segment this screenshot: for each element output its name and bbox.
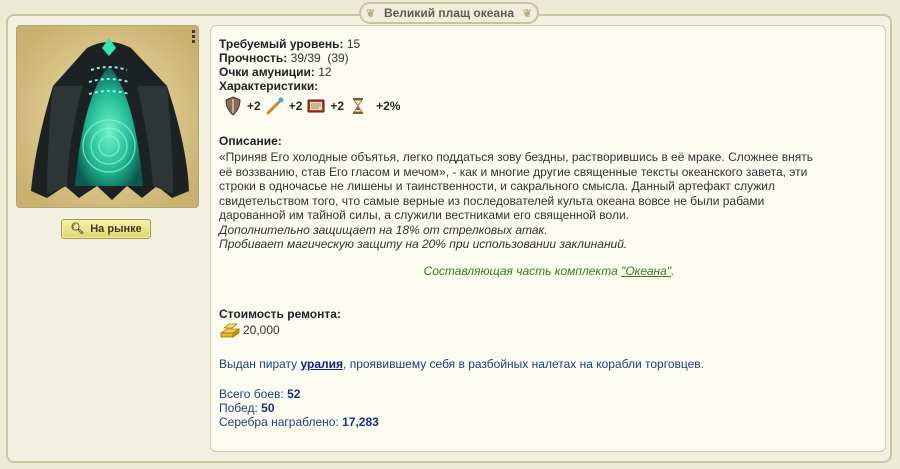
- item-title: Великий плащ океана: [383, 6, 515, 20]
- image-corner-dots: [192, 30, 195, 45]
- level-label: Требуемый уровень:: [219, 37, 344, 51]
- ornament-right-icon: ❦: [522, 8, 532, 20]
- characteristics-row: +2 +2 +2 +2%: [223, 96, 404, 116]
- ammo-label: Очки амуниции:: [219, 65, 315, 79]
- gold-icon: [219, 321, 241, 339]
- durability-row: Прочность: 39/39 (39): [219, 51, 349, 65]
- bonus-value: +2: [247, 99, 261, 113]
- description-line: дарованной им тайной силы, а служили вес…: [219, 208, 629, 222]
- bonus-value: +2%: [376, 99, 401, 113]
- magnifier-icon: 🔍︎: [70, 223, 85, 235]
- durability-label: Прочность:: [219, 51, 288, 65]
- effect-line: Дополнительно защищает на 18% от стрелко…: [219, 222, 548, 237]
- wins-value: 50: [261, 401, 275, 415]
- battles-total-value: 52: [287, 387, 301, 401]
- owner-prefix: Выдан пирату: [219, 357, 301, 371]
- set-line: Составляющая часть комплекта "Океана".: [211, 264, 887, 278]
- repair-cost-row: 20,000: [219, 321, 280, 339]
- title-tab: ❦ Великий плащ океана ❦: [359, 2, 539, 24]
- ammo-value: 12: [318, 65, 332, 79]
- repair-label-text: Стоимость ремонта:: [219, 307, 341, 321]
- repair-cost: 20,000: [243, 323, 280, 337]
- item-image: [16, 25, 199, 208]
- repair-label: Стоимость ремонта:: [219, 307, 341, 321]
- wins-row: Побед: 50: [219, 401, 275, 415]
- description-line: строки в одночасье не лишены и таинствен…: [219, 179, 775, 193]
- shield-icon: [223, 96, 243, 116]
- wins-label: Побед:: [219, 401, 258, 415]
- silver-label: Серебра награблено:: [219, 415, 339, 429]
- level-value: 15: [346, 37, 361, 51]
- spyglass-icon: [265, 96, 285, 116]
- durability-value: 39/39 (39): [290, 51, 349, 65]
- level-row: Требуемый уровень: 15: [219, 37, 360, 51]
- description-text: «Приняв Его холодные объятья, легко подд…: [219, 150, 879, 252]
- description-label-text: Описание:: [219, 134, 282, 148]
- book-icon: [306, 96, 326, 116]
- market-button[interactable]: 🔍︎ На рынке: [61, 219, 151, 239]
- market-button-label: На рынке: [90, 223, 142, 235]
- cloak-icon: [17, 26, 198, 207]
- set-link[interactable]: "Океана": [621, 264, 671, 278]
- description-line: «Приняв Его холодные объятья, легко подд…: [219, 150, 813, 164]
- item-info-panel: Требуемый уровень: 15 Прочность: 39/39 (…: [210, 25, 886, 452]
- set-prefix: Составляющая часть комплекта: [423, 264, 622, 278]
- bonus-value: +2: [330, 99, 345, 113]
- ammo-row: Очки амуниции: 12: [219, 65, 332, 79]
- owner-link[interactable]: уралия: [301, 357, 344, 371]
- set-suffix: .: [671, 264, 675, 278]
- bonus-value: +2: [288, 99, 303, 113]
- owner-line: Выдан пирату уралия, проявившему себя в …: [219, 357, 704, 371]
- owner-suffix: , проявившему себя в разбойных налетах н…: [343, 357, 704, 371]
- battles-total-label: Всего боев:: [219, 387, 284, 401]
- ornament-left-icon: ❦: [366, 8, 376, 20]
- battles-total-row: Всего боев: 52: [219, 387, 300, 401]
- description-label: Описание:: [219, 134, 282, 148]
- silver-value: 17,283: [342, 415, 379, 429]
- effect-line: Пробивает магическую защиту на 20% при и…: [219, 237, 628, 251]
- silver-row: Серебра награблено: 17,283: [219, 415, 379, 429]
- description-line: её воззванию, став Его гласом и мечом», …: [219, 164, 808, 179]
- characteristics-label: Характеристики:: [219, 79, 318, 93]
- hourglass-icon: [348, 96, 368, 116]
- characteristics-label-text: Характеристики:: [219, 79, 319, 93]
- description-line: свидетельством того, что самые верные из…: [219, 193, 765, 208]
